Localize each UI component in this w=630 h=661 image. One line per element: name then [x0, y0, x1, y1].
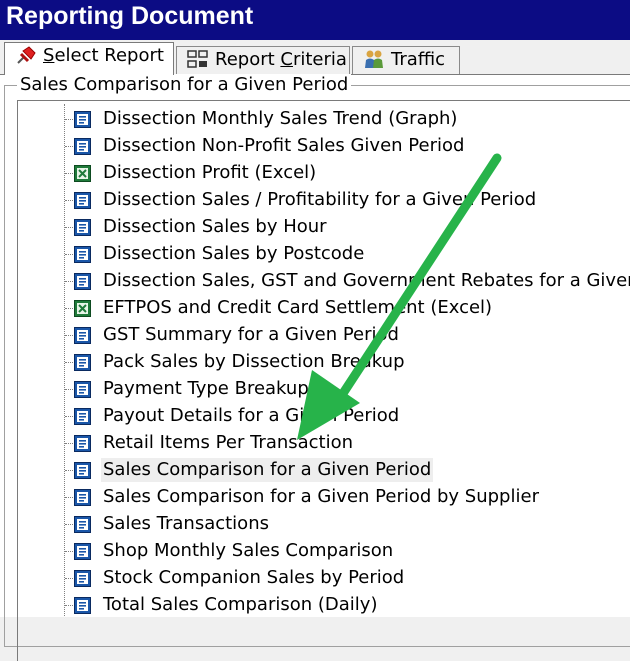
tree-item-label: Sales Comparison for a Given Period by S… [103, 486, 539, 507]
tree-connector [65, 362, 73, 363]
tree-item[interactable]: Dissection Sales, GST and Government Reb… [0, 268, 630, 295]
pin-icon [17, 46, 36, 64]
excel-icon [74, 165, 91, 182]
tree-connector [65, 281, 73, 282]
tree-connector [65, 551, 73, 552]
tab-traffic[interactable]: Traffic [352, 46, 460, 74]
tree-item-label: Stock Companion Sales by Period [103, 567, 405, 588]
tab-select-report[interactable]: Select Report [4, 42, 174, 75]
report-icon [74, 597, 91, 614]
tree-item-label: Pack Sales by Dissection Breakup [103, 351, 405, 372]
tree-connector [65, 146, 73, 147]
tab-select-report-label: Select Report [43, 45, 164, 66]
tree-item-label: Sales Comparison for a Given Period [101, 458, 434, 482]
tree-item[interactable]: Pack Sales by Dissection Breakup [0, 349, 630, 376]
tab-report-criteria-label: Report Criteria [215, 49, 347, 70]
tree-connector [65, 254, 73, 255]
tree-connector [65, 227, 73, 228]
tree-item[interactable]: Stock Companion Sales by Period [0, 565, 630, 592]
report-icon [74, 354, 91, 371]
tree-item[interactable]: Dissection Profit (Excel) [0, 160, 630, 187]
report-icon [74, 192, 91, 209]
group-title: Sales Comparison for a Given Period [17, 74, 352, 96]
tree-connector [65, 524, 73, 525]
tree-item-label: GST Summary for a Given Period [103, 324, 399, 345]
tree-item[interactable]: Dissection Sales by Postcode [0, 241, 630, 268]
tree-item-label: Dissection Non-Profit Sales Given Period [103, 135, 465, 156]
tree-item-label: Dissection Monthly Sales Trend (Graph) [103, 108, 458, 129]
tree-item[interactable]: Total Sales Comparison (Daily) [0, 592, 630, 619]
tree-connector [65, 389, 73, 390]
report-icon [74, 246, 91, 263]
tree-item[interactable]: Sales Transactions [0, 511, 630, 538]
report-icon [74, 462, 91, 479]
tree-connector [65, 470, 73, 471]
tree-item-label: Sales Transactions [103, 513, 269, 534]
title-bar: Reporting Document [0, 0, 630, 40]
tree-item-label: Dissection Sales by Postcode [103, 243, 365, 264]
report-icon [74, 273, 91, 290]
tab-report-criteria[interactable]: Report Criteria [176, 46, 350, 74]
tree-item[interactable]: Shop Monthly Sales Comparison [0, 538, 630, 565]
tree-item-label: Shop Monthly Sales Comparison [103, 540, 394, 561]
tree-item[interactable]: Payment Type Breakup [0, 376, 630, 403]
tree-item-label: Dissection Profit (Excel) [103, 162, 317, 183]
tree-item[interactable]: Dissection Non-Profit Sales Given Period [0, 133, 630, 160]
criteria-icon [187, 50, 208, 68]
tree-connector [65, 200, 73, 201]
tree-connector [65, 416, 73, 417]
window-title: Reporting Document [6, 2, 254, 30]
tree-connector [65, 173, 73, 174]
report-icon [74, 435, 91, 452]
tree-item-label: Dissection Sales by Hour [103, 216, 327, 237]
tree-connector [65, 605, 73, 606]
tree-item-label: EFTPOS and Credit Card Settlement (Excel… [103, 297, 493, 318]
tree-item[interactable]: EFTPOS and Credit Card Settlement (Excel… [0, 295, 630, 322]
tree-connector [65, 578, 73, 579]
tree-item[interactable]: Retail Items Per Transaction [0, 430, 630, 457]
tree-item-label: Dissection Sales / Profitability for a G… [103, 189, 537, 210]
people-icon [365, 50, 383, 68]
tree-item-label: Payout Details for a Given Period [103, 405, 400, 426]
tree-item[interactable]: Sales Comparison for a Given Period by S… [0, 484, 630, 511]
report-icon [74, 219, 91, 236]
report-icon [74, 138, 91, 155]
report-icon [74, 381, 91, 398]
tree-item[interactable]: Sales Comparison for a Given Period [0, 457, 630, 484]
tree-connector [65, 308, 73, 309]
tree-item-label: Payment Type Breakup [103, 378, 309, 399]
report-icon [74, 327, 91, 344]
tree-item[interactable]: Dissection Sales by Hour [0, 214, 630, 241]
report-icon [74, 408, 91, 425]
report-icon [74, 516, 91, 533]
tab-traffic-label: Traffic [391, 49, 446, 70]
tree-item-label: Total Sales Comparison (Daily) [103, 594, 378, 615]
excel-icon [74, 300, 91, 317]
tree-connector [65, 335, 73, 336]
tree-item[interactable]: Payout Details for a Given Period [0, 403, 630, 430]
tree-item[interactable]: Dissection Monthly Sales Trend (Graph) [0, 106, 630, 133]
tree-item[interactable]: Dissection Sales / Profitability for a G… [0, 187, 630, 214]
report-icon [74, 570, 91, 587]
tree-connector [65, 119, 73, 120]
tree-item-label: Retail Items Per Transaction [103, 432, 354, 453]
tree-connector [65, 443, 73, 444]
tab-strip: Select Report Report Criteria Traffic [0, 40, 630, 75]
report-icon [74, 543, 91, 560]
report-icon [74, 111, 91, 128]
report-icon [74, 489, 91, 506]
tree-item-label: Dissection Sales, GST and Government Reb… [103, 270, 630, 291]
tree-item[interactable]: GST Summary for a Given Period [0, 322, 630, 349]
tree-connector [65, 497, 73, 498]
